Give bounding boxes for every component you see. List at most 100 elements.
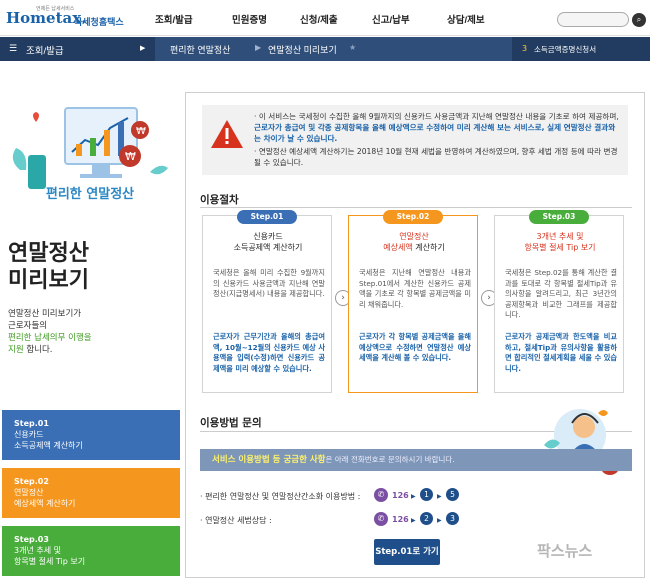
- warning-icon: [211, 120, 243, 148]
- chevron-right-icon: ▶: [140, 44, 146, 52]
- step-highlight: 근로자가 근무기간과 올해의 총급여액, 10월~12월의 신용카드 예상 사용…: [213, 332, 325, 373]
- phone-icon: ✆: [374, 512, 388, 526]
- ticker-text: 소득금액증명신청서: [534, 45, 597, 54]
- step-heading-highlight: 예상세액: [383, 243, 413, 252]
- notice-item-2: · 연말정산 예상세액 계산하기는 2018년 10월 현재 세법을 반영하여 …: [254, 147, 618, 167]
- procedure-step-02: Step.02 연말정산 예상세액 계산하기 국세청은 지난해 연말정산 내용과…: [348, 210, 479, 393]
- page-title: 연말정산 미리보기: [8, 240, 89, 294]
- left-step-02-card[interactable]: Step.02 연말정산 예상세액 계산하기: [2, 468, 180, 518]
- step-body: 국세청은 지난해 연말정산 내용과 Step.01에서 계산한 신용카드 공제액…: [359, 268, 471, 309]
- step-heading: 연말정산 예상세액 계산하기: [349, 231, 479, 253]
- contact-label-easy-tax: · 편리한 연말정산 및 연말정산간소화 이용방법 :: [200, 492, 361, 501]
- step-heading: 신용카드 소득공제액 계산하기: [203, 231, 333, 253]
- phone-number: 126: [392, 491, 409, 500]
- search-icon[interactable]: ⌕: [632, 13, 646, 27]
- step-highlight: 근로자가 각 항목별 공제금액을 올해예상액으로 수정하면 연말정산 예상세액을…: [359, 332, 471, 362]
- desc-tail: 합니다.: [23, 345, 53, 355]
- menu-consult-report[interactable]: 상담/제보: [447, 12, 485, 26]
- phone-number: 126: [392, 515, 409, 524]
- inquiry-title: 이용방법 문의: [200, 417, 262, 429]
- nav-current-menu[interactable]: ☰ 조회/발급 ▶: [0, 37, 155, 61]
- desc-line-2: 근로자들의: [8, 321, 48, 331]
- nav-current-label: 조회/발급: [26, 46, 64, 57]
- step-line-2: 예상세액 계산하기: [14, 499, 76, 508]
- step-heading-line-2: 예상세액 계산하기: [349, 242, 479, 253]
- page-title-line-2: 미리보기: [8, 268, 89, 293]
- hometax-logo[interactable]: 언제든 납세서비스 Hometax. 국세청홈택스: [4, 5, 124, 31]
- contact-label-tax-consult: · 연말정산 세법상담 :: [200, 516, 272, 525]
- location-navbar: ☰ 조회/발급 ▶ 편리한 연말정산 ▶ 연말정산 미리보기 ★ 3 소득금액증…: [0, 37, 650, 61]
- step-heading-line-1: 신용카드: [253, 232, 283, 241]
- watermark: 팍스뉴스: [537, 542, 593, 560]
- go-step-01-button[interactable]: Step.01로 가기: [374, 539, 440, 565]
- monitor-chart-illustration: ₩ ₩: [12, 107, 168, 189]
- notice-item-1-highlight: 근로자가 총급여 및 각종 공제항목을 올해 예상액으로 수정하여 미리 계산해…: [254, 123, 616, 143]
- ticker-number: 3: [522, 44, 528, 53]
- hamburger-icon: ☰: [9, 44, 18, 54]
- logo-kr: 국세청홈택스: [74, 18, 124, 28]
- desc-line-4: 지원 합니다.: [8, 344, 178, 356]
- page-title-line-1: 연말정산: [8, 241, 89, 266]
- step-pill: Step.03: [529, 210, 589, 224]
- section-divider: [200, 207, 632, 208]
- left-step-01-card[interactable]: Step.01 신용카드 소득공제액 계산하기: [2, 410, 180, 460]
- menu-step-number: 5: [446, 488, 459, 501]
- step-title: Step.01: [14, 419, 49, 428]
- step-heading-tail: 계산하기: [412, 243, 445, 252]
- banner-highlight: 서비스 이용방법 등 궁금한 사항: [212, 455, 326, 465]
- notice-item-2-text: 연말정산 예상세액 계산하기는 2018년 10월 현재 세법을 반영하여 계산…: [254, 147, 618, 167]
- svg-text:₩: ₩: [125, 150, 136, 163]
- menu-step-number: 2: [420, 512, 433, 525]
- step-pill: Step.01: [237, 210, 297, 224]
- desc-line-1: 연말정산 미리보기가: [8, 309, 82, 319]
- menu-civil-certificate[interactable]: 민원증명: [232, 12, 267, 26]
- chevron-right-icon: ▶: [255, 43, 262, 52]
- menu-step-number: 1: [420, 488, 433, 501]
- step-heading: 3개년 추세 및 항목별 절세 Tip 보기: [495, 231, 625, 253]
- breadcrumb-easy-tax[interactable]: 편리한 연말정산: [170, 43, 230, 56]
- phone-icon: ✆: [374, 488, 388, 502]
- notice-item-1: · 이 서비스는 국세청이 수집한 올해 9월까지의 신용카드 사용금액과 지난…: [254, 112, 619, 143]
- step-heading-line-1: 연말정산: [399, 232, 429, 241]
- star-icon[interactable]: ★: [349, 43, 356, 52]
- notice-item-1-text: 이 서비스는 국세청이 수집한 올해 9월까지의 신용카드 사용금액과 지난해 …: [258, 112, 619, 121]
- notice-box: · 이 서비스는 국세청이 수집한 올해 9월까지의 신용카드 사용금액과 지난…: [202, 105, 628, 175]
- step-heading-line-2: 소득공제액 계산하기: [233, 243, 303, 252]
- menu-report-pay[interactable]: 신고/납부: [372, 12, 410, 26]
- step-heading-line-1: 3개년 추세 및: [536, 232, 584, 241]
- arrow-right-icon: ▶: [411, 517, 416, 524]
- main-panel: · 이 서비스는 국세청이 수집한 올해 9월까지의 신용카드 사용금액과 지난…: [185, 92, 645, 578]
- desc-line-3: 편리한 납세의무 이행을: [8, 333, 92, 343]
- procedure-title: 이용절차: [200, 194, 239, 206]
- inquiry-banner: 서비스 이용방법 등 궁금한 사항은 아래 전화번호로 문의하시기 바랍니다.: [200, 449, 632, 471]
- step-body: 국세청은 올해 미리 수집한 9월까지의 신용카드 사용금액과 지난해 연말정산…: [213, 268, 325, 298]
- step-line-2: 소득공제액 계산하기: [14, 441, 83, 450]
- hero-title: 편리한 연말정산: [45, 187, 135, 202]
- step-body: 국세청은 Step.02를 통해 계산한 결과를 토대로 각 항목별 절세Tip…: [505, 268, 617, 319]
- svg-text:₩: ₩: [136, 126, 146, 137]
- step-line-1: 신용카드: [14, 430, 44, 439]
- arrow-right-icon: ▶: [437, 517, 442, 524]
- step-title: Step.02: [14, 477, 49, 486]
- step-heading-line-2: 항목별 절세 Tip 보기: [524, 243, 596, 252]
- procedure-step-01: Step.01 신용카드 소득공제액 계산하기 국세청은 올해 미리 수집한 9…: [202, 210, 333, 393]
- top-header: 언제든 납세서비스 Hometax. 국세청홈택스 조회/발급 민원증명 신청/…: [0, 0, 650, 36]
- desc-highlight: 지원: [8, 345, 24, 355]
- step-line-2: 항목별 절세 Tip 보기: [14, 557, 86, 566]
- step-line-1: 3개년 추세 및: [14, 546, 61, 555]
- banner-text: 은 아래 전화번호로 문의하시기 바랍니다.: [325, 455, 455, 464]
- notice-list: · 이 서비스는 국세청이 수집한 올해 9월까지의 신용카드 사용금액과 지난…: [254, 111, 620, 170]
- arrow-right-icon: ▶: [437, 493, 442, 500]
- page-description: 연말정산 미리보기가 근로자들의 편리한 납세의무 이행을 지원 합니다.: [8, 308, 178, 356]
- nav-ticker[interactable]: 3 소득금액증명신청서: [512, 37, 650, 61]
- menu-inquiry-issue[interactable]: 조회/발급: [155, 12, 193, 26]
- search-input[interactable]: [557, 12, 629, 27]
- step-title: Step.03: [14, 535, 49, 544]
- arrow-right-icon: ▶: [411, 493, 416, 500]
- left-step-03-card[interactable]: Step.03 3개년 추세 및 항목별 절세 Tip 보기: [2, 526, 180, 576]
- menu-apply-submit[interactable]: 신청/제출: [300, 12, 338, 26]
- breadcrumb-preview[interactable]: 연말정산 미리보기: [268, 43, 337, 56]
- procedure-step-03: Step.03 3개년 추세 및 항목별 절세 Tip 보기 국세청은 Step…: [494, 210, 625, 393]
- step-line-1: 연말정산: [14, 488, 44, 497]
- menu-step-number: 3: [446, 512, 459, 525]
